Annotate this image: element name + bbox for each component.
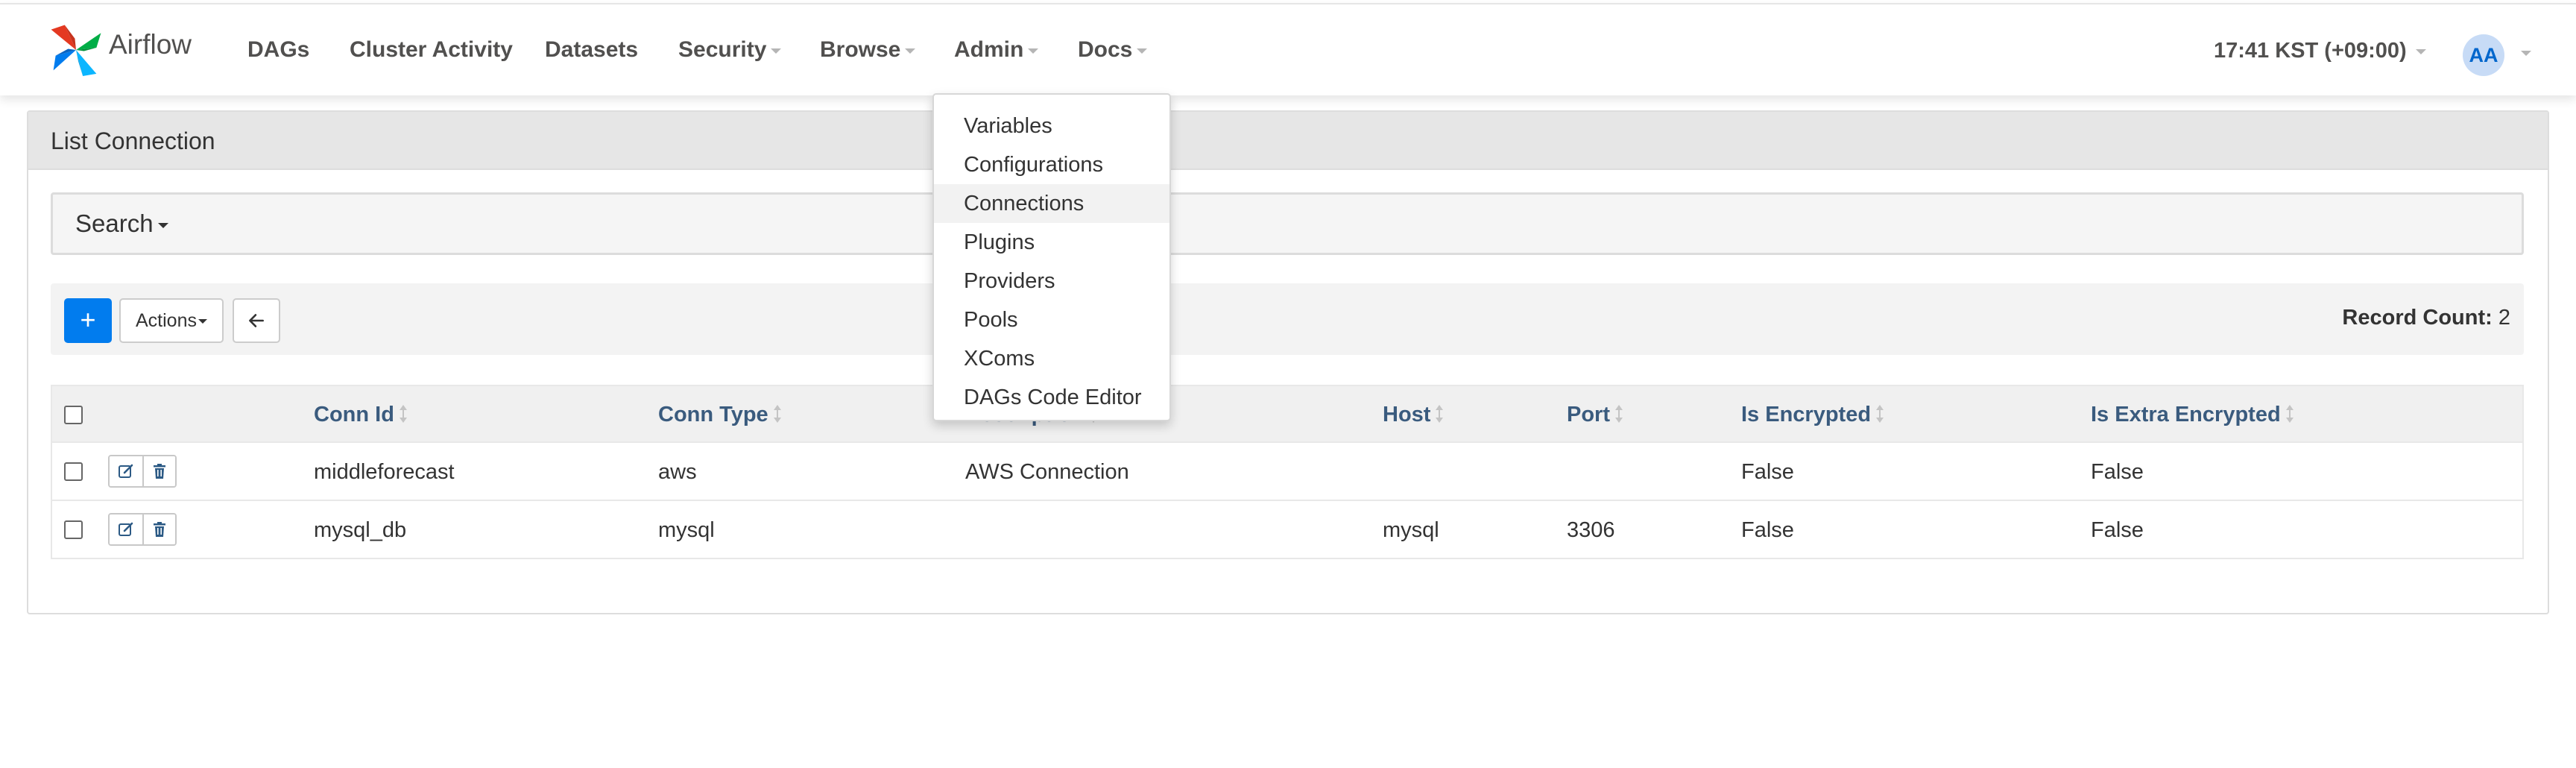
chevron-down-icon bbox=[1137, 48, 1148, 54]
column-header-label: Port bbox=[1567, 403, 1610, 427]
cell-is-encrypted: False bbox=[1741, 460, 1794, 484]
chevron-down-icon bbox=[905, 48, 916, 54]
nav-admin-label: Admin bbox=[954, 37, 1024, 62]
actions-button[interactable]: Actions bbox=[119, 298, 224, 343]
brand-name: Airflow bbox=[109, 29, 192, 60]
menu-item-configurations[interactable]: Configurations bbox=[934, 145, 1169, 184]
menu-item-connections[interactable]: Connections bbox=[934, 184, 1169, 223]
airflow-pinwheel-icon bbox=[51, 25, 101, 76]
menu-item-variables[interactable]: Variables bbox=[934, 107, 1169, 145]
table-header-row: Conn Id Conn Type Description Host Port … bbox=[51, 385, 2524, 443]
column-header-port[interactable]: Port bbox=[1567, 403, 1623, 427]
chevron-down-icon bbox=[157, 222, 168, 228]
menu-item-dags-code-editor[interactable]: DAGs Code Editor bbox=[934, 378, 1169, 417]
nav-browse[interactable]: Browse bbox=[820, 37, 916, 63]
cell-conn-id: middleforecast bbox=[314, 460, 455, 484]
column-header-conn-type[interactable]: Conn Type bbox=[658, 403, 782, 427]
actions-label: Actions bbox=[136, 310, 197, 331]
nav-docs[interactable]: Docs bbox=[1078, 37, 1148, 63]
cell-port: 3306 bbox=[1567, 518, 1615, 542]
list-toolbar: + Actions Record Count: 2 bbox=[51, 283, 2524, 355]
column-header-label: Host bbox=[1383, 403, 1431, 427]
menu-item-xcoms[interactable]: XComs bbox=[934, 339, 1169, 378]
cell-conn-type: aws bbox=[658, 460, 697, 484]
clock-label: 17:41 KST (+09:00) bbox=[2214, 39, 2407, 63]
menu-item-providers[interactable]: Providers bbox=[934, 262, 1169, 300]
nav-dags[interactable]: DAGs bbox=[247, 37, 309, 63]
sort-icon bbox=[2285, 405, 2294, 424]
cell-conn-type: mysql bbox=[658, 518, 715, 542]
sort-icon bbox=[1876, 405, 1884, 424]
chevron-down-icon bbox=[198, 319, 207, 324]
nav-admin[interactable]: Admin bbox=[954, 37, 1039, 63]
cell-is-encrypted: False bbox=[1741, 518, 1794, 542]
menu-item-pools[interactable]: Pools bbox=[934, 300, 1169, 339]
nav-security-label: Security bbox=[678, 37, 767, 62]
list-connection-panel: List Connection Search + Actions Record … bbox=[27, 110, 2549, 614]
menu-item-plugins[interactable]: Plugins bbox=[934, 223, 1169, 262]
edit-icon bbox=[119, 522, 133, 536]
nav-docs-label: Docs bbox=[1078, 37, 1133, 62]
edit-icon bbox=[119, 464, 133, 478]
chevron-down-icon bbox=[2415, 48, 2426, 54]
row-checkbox[interactable] bbox=[64, 520, 83, 539]
sort-icon bbox=[1436, 405, 1444, 424]
cell-is-extra-encrypted: False bbox=[2091, 460, 2144, 484]
sort-icon bbox=[1615, 405, 1623, 424]
search-toggle[interactable]: Search bbox=[75, 210, 168, 238]
edit-record-button[interactable] bbox=[110, 514, 142, 544]
table-row: middleforecast aws AWS Connection False … bbox=[51, 443, 2524, 501]
record-count-label: Record Count: bbox=[2342, 306, 2493, 330]
cell-host: mysql bbox=[1383, 518, 1439, 542]
arrow-left-icon bbox=[249, 313, 264, 327]
column-header-label: Is Encrypted bbox=[1741, 403, 1872, 427]
column-header-is-extra-encrypted[interactable]: Is Extra Encrypted bbox=[2091, 403, 2294, 427]
table-row: mysql_db mysql mysql 3306 False False bbox=[51, 501, 2524, 559]
record-count: Record Count: 2 bbox=[2342, 306, 2510, 330]
back-button[interactable] bbox=[233, 298, 280, 343]
column-header-conn-id[interactable]: Conn Id bbox=[314, 403, 408, 427]
nav-security[interactable]: Security bbox=[678, 37, 782, 63]
edit-record-button[interactable] bbox=[110, 456, 142, 486]
user-avatar[interactable]: AA bbox=[2463, 34, 2504, 76]
row-checkbox[interactable] bbox=[64, 462, 83, 481]
row-action-buttons bbox=[108, 513, 177, 546]
timezone-clock[interactable]: 17:41 KST (+09:00) bbox=[2214, 39, 2426, 63]
cell-conn-id: mysql_db bbox=[314, 518, 407, 542]
record-count-value: 2 bbox=[2498, 306, 2510, 330]
column-header-label: Conn Type bbox=[658, 403, 768, 427]
delete-record-button[interactable] bbox=[142, 514, 175, 544]
nav-browse-label: Browse bbox=[820, 37, 901, 62]
chevron-down-icon[interactable] bbox=[2521, 51, 2531, 56]
page-title: List Connection bbox=[28, 112, 2548, 170]
row-action-buttons bbox=[108, 455, 177, 488]
search-label: Search bbox=[75, 210, 154, 237]
search-panel[interactable]: Search bbox=[51, 192, 2524, 255]
cell-description: AWS Connection bbox=[965, 460, 1129, 484]
cell-is-extra-encrypted: False bbox=[2091, 518, 2144, 542]
select-all-checkbox[interactable] bbox=[64, 406, 83, 424]
chevron-down-icon bbox=[771, 48, 782, 54]
sort-icon bbox=[773, 405, 781, 424]
column-header-label: Is Extra Encrypted bbox=[2091, 403, 2281, 427]
trash-icon bbox=[154, 522, 165, 537]
column-header-is-encrypted[interactable]: Is Encrypted bbox=[1741, 403, 1884, 427]
admin-dropdown-menu: Variables Configurations Connections Plu… bbox=[932, 93, 1171, 421]
add-connection-button[interactable]: + bbox=[64, 298, 112, 343]
top-navbar: Airflow DAGs Cluster Activity Datasets S… bbox=[0, 3, 2576, 95]
column-header-host[interactable]: Host bbox=[1383, 403, 1444, 427]
trash-icon bbox=[154, 464, 165, 479]
nav-datasets[interactable]: Datasets bbox=[545, 37, 638, 63]
nav-cluster-activity[interactable]: Cluster Activity bbox=[350, 37, 513, 63]
delete-record-button[interactable] bbox=[142, 456, 175, 486]
brand-link[interactable]: Airflow bbox=[48, 21, 192, 79]
connections-table: Conn Id Conn Type Description Host Port … bbox=[51, 385, 2524, 559]
sort-icon bbox=[399, 405, 407, 424]
column-header-label: Conn Id bbox=[314, 403, 394, 427]
chevron-down-icon bbox=[1028, 48, 1039, 54]
